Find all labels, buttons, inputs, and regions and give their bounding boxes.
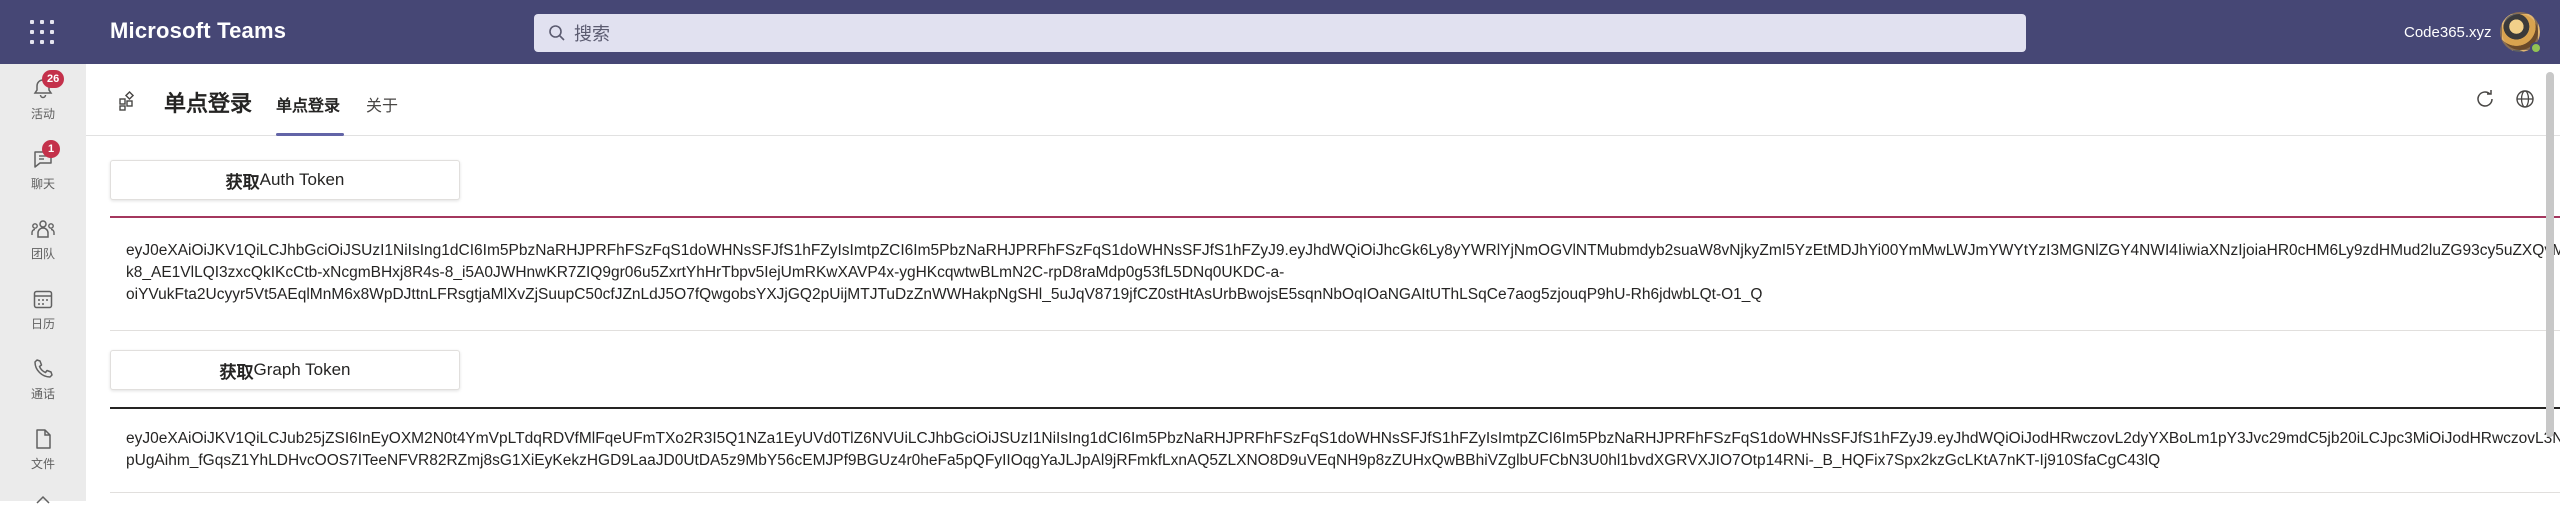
token-line: pUgAihm_fGqsZ1YhLDHvcOOS7ITeeNFVR82RZmj8… — [126, 452, 2161, 469]
refresh-icon[interactable] — [2474, 88, 2496, 110]
token-line: oiYVukFta2Ucyyr5Vt5AEqlMnM6x8WpDJttnLFRs… — [126, 286, 1763, 303]
notification-badge: 26 — [42, 70, 65, 88]
app-icon — [119, 90, 135, 111]
tab-sso[interactable]: 单点登录 — [276, 92, 340, 116]
auth-divider — [110, 216, 2560, 218]
search-icon — [549, 25, 565, 41]
app-launcher-icon[interactable] — [30, 20, 54, 44]
rail-item-activity[interactable]: 活动 26 — [0, 64, 86, 134]
notification-badge: 1 — [42, 140, 60, 158]
app-content: 单点登录 单点登录 关于 获取 Auth Token eyJ0eXAiOiJKV1… — [86, 64, 2560, 501]
rail-label: 通话 — [30, 386, 55, 401]
get-graph-token-button[interactable]: 获取 Graph Token — [110, 350, 460, 390]
rail-label: 文件 — [30, 456, 55, 471]
rail-label: 团队 — [30, 246, 55, 261]
file-icon — [36, 428, 51, 449]
token-line: eyJ0eXAiOiJKV1QiLCJub25jZSI6InEyOXM2N0t4… — [126, 430, 2560, 447]
page-title: 单点登录 — [164, 91, 253, 116]
token-line: eyJ0eXAiOiJKV1QiLCJhbGciOiJSUzI1NiIsIng1… — [126, 242, 2560, 259]
tenant-name: Code365.xyz — [2404, 24, 2492, 41]
rail-label: 聊天 — [30, 176, 55, 191]
rail-label: 活动 — [30, 106, 55, 121]
tab-about[interactable]: 关于 — [366, 92, 398, 116]
graph-divider — [110, 407, 2560, 409]
section-separator — [110, 330, 2560, 331]
phone-icon — [34, 358, 53, 378]
section-separator — [110, 492, 2560, 493]
active-tab-indicator — [276, 133, 344, 136]
search-placeholder: 搜索 — [574, 24, 610, 44]
globe-icon[interactable] — [2514, 88, 2536, 110]
get-auth-token-button[interactable]: 获取 Auth Token — [110, 160, 460, 200]
top-bar: Microsoft Teams 搜索 Code365.xyz — [0, 0, 2560, 64]
token-line: k8_AE1VlLQI3zxcQkIKcCtb-xNcgmBHxj8R4s-8_… — [126, 264, 1285, 281]
app-rail: 活动 26 聊天 1 团队 日历 通话 文件 — [0, 64, 86, 504]
app-title: Microsoft Teams — [110, 18, 287, 43]
rail-item-chat[interactable]: 聊天 1 — [0, 134, 86, 204]
search-input[interactable]: 搜索 — [534, 14, 2026, 52]
graph-token-text: eyJ0eXAiOiJKV1QiLCJub25jZSI6InEyOXM2N0t4… — [126, 428, 2560, 472]
rail-item-calls[interactable]: 通话 — [0, 344, 86, 414]
auth-token-text: eyJ0eXAiOiJKV1QiLCJhbGciOiJSUzI1NiIsIng1… — [126, 240, 2560, 306]
teams-icon — [31, 219, 55, 238]
rail-item-calendar[interactable]: 日历 — [0, 274, 86, 344]
rail-label: 日历 — [30, 316, 55, 331]
presence-indicator — [2530, 42, 2542, 54]
calendar-icon — [33, 290, 53, 308]
rail-item-files[interactable]: 文件 — [0, 414, 86, 484]
scrollbar[interactable] — [2546, 72, 2554, 437]
rail-item-teams[interactable]: 团队 — [0, 204, 86, 274]
app-header: 单点登录 单点登录 关于 — [86, 64, 2560, 136]
